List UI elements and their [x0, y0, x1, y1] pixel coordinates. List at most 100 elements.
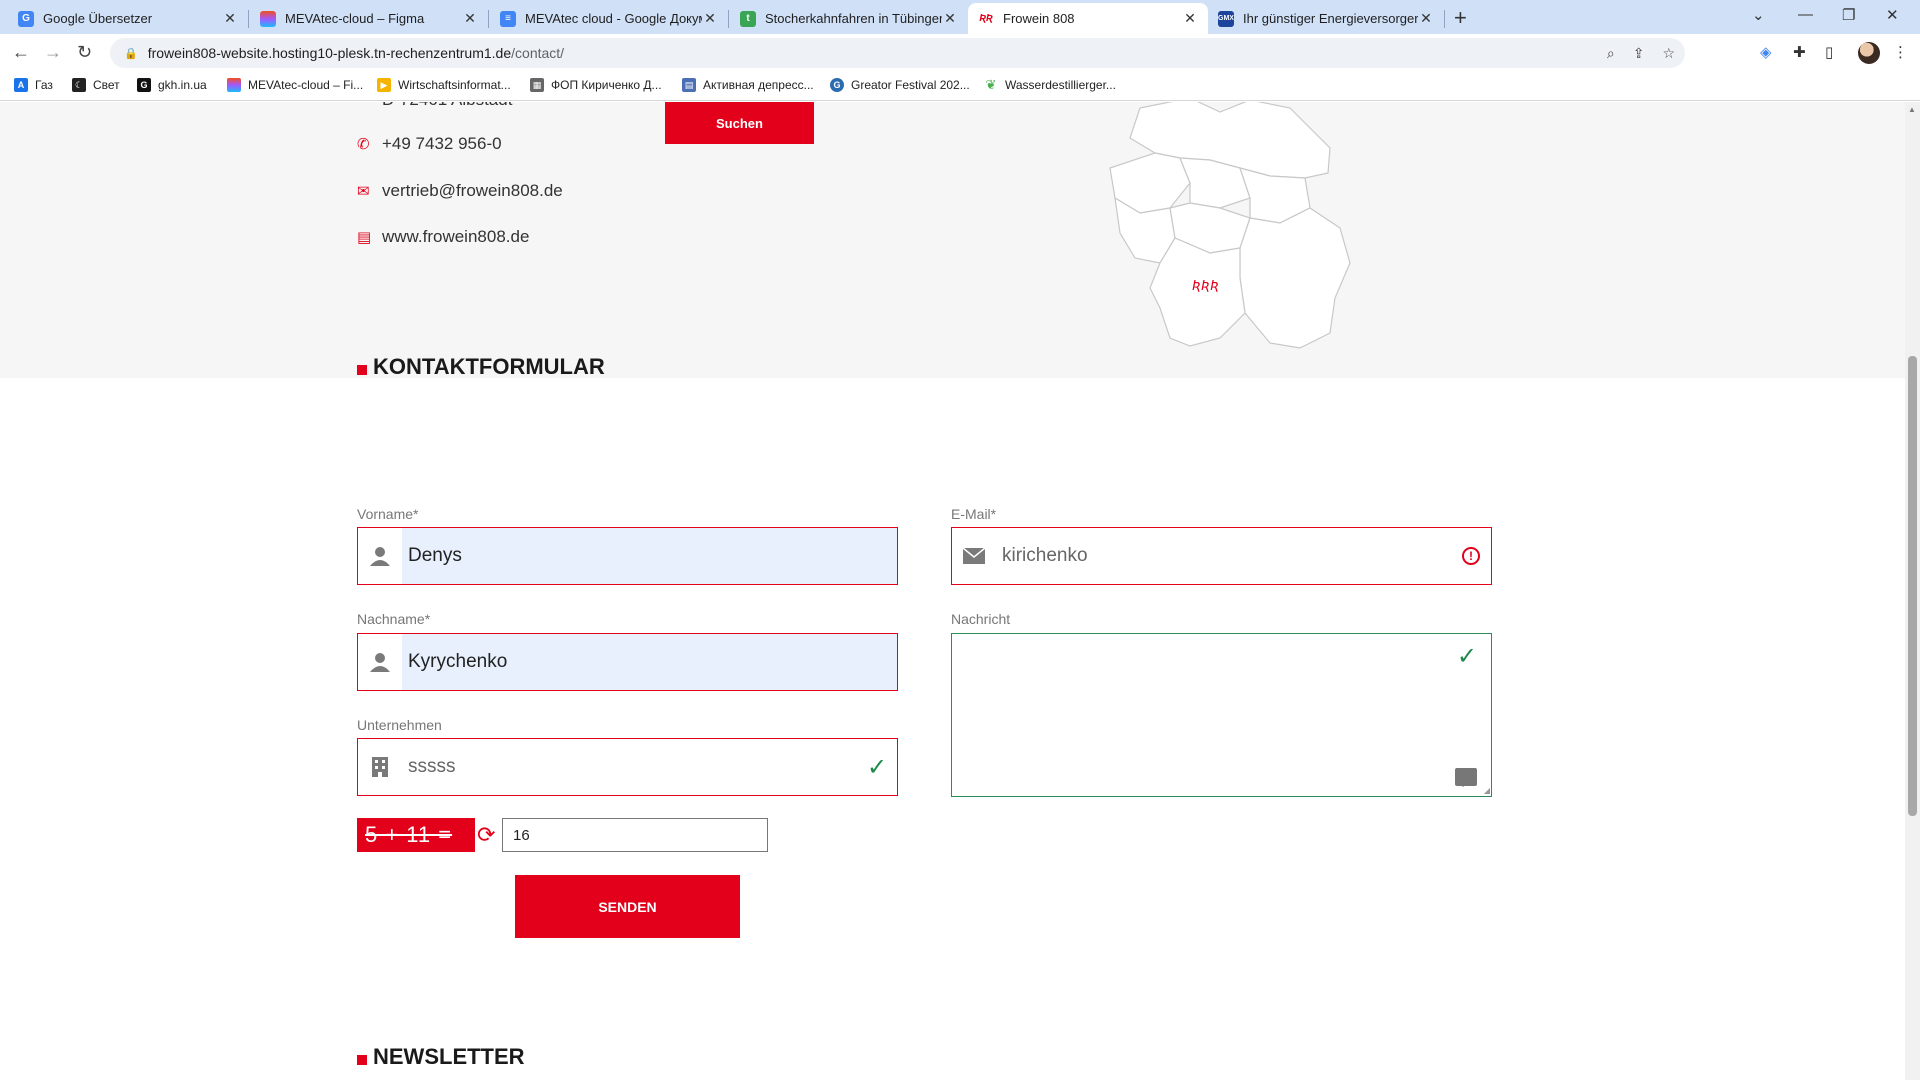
- captcha-input[interactable]: 16: [502, 818, 768, 852]
- email-field[interactable]: kirichenko !: [951, 527, 1492, 585]
- address-text: D-72461 Albstadt: [382, 102, 512, 110]
- envelope-icon: ✉: [357, 183, 370, 200]
- url-host: frowein808-website.hosting10-plesk.tn-re…: [147, 45, 512, 61]
- phone-text[interactable]: +49 7432 956-0: [382, 134, 502, 154]
- greator-icon: G: [830, 78, 844, 92]
- close-tab-icon[interactable]: ✕: [222, 10, 238, 27]
- restore-icon[interactable]: ❐: [1842, 6, 1855, 24]
- red-square-icon: [357, 365, 367, 375]
- close-tab-icon[interactable]: ✕: [1418, 10, 1434, 27]
- frowein-logo-icon: ƦƦ: [979, 13, 993, 24]
- frowein-map-logo: ƦƦƦ: [1192, 279, 1219, 294]
- checkmark-icon: ✓: [866, 753, 888, 781]
- search-button[interactable]: Suchen: [665, 102, 814, 144]
- envelope-icon: [952, 528, 996, 584]
- page-scrollbar[interactable]: ▲: [1905, 102, 1920, 1080]
- captcha-image: 5 + 11 =: [357, 818, 475, 852]
- phone-line: ✆ +49 7432 956-0: [357, 134, 502, 154]
- website-link[interactable]: www.frowein808.de: [382, 227, 529, 247]
- senden-button[interactable]: SENDEN: [515, 875, 740, 938]
- unternehmen-field[interactable]: sssss ✓: [357, 738, 898, 796]
- bookmark-depression[interactable]: ▤ Активная депресс...: [682, 78, 814, 92]
- newsletter-title: NEWSLETTER: [357, 1044, 525, 1070]
- tab-gmx[interactable]: GMX Ihr günstiger Energieversorger fü ✕: [1208, 3, 1444, 34]
- gmx-icon: GMX: [1218, 10, 1234, 27]
- bookmark-wasserdestillierer[interactable]: ❦ Wasserdestillierger...: [984, 77, 1116, 92]
- nachname-field[interactable]: Kyrychenko: [357, 633, 898, 691]
- tab-title: Google Übersetzer: [43, 11, 153, 26]
- unternehmen-label: Unternehmen: [357, 717, 442, 733]
- new-tab-icon[interactable]: +: [1454, 5, 1467, 31]
- bookmark-svet[interactable]: ☾ Свет: [72, 78, 120, 92]
- bookmark-mevatec-figma[interactable]: MEVAtec-cloud – Fi...: [227, 78, 363, 92]
- reload-icon[interactable]: ↻: [77, 42, 92, 63]
- building-icon: ▦: [530, 78, 544, 92]
- bookmark-gkh[interactable]: Ggkh.in.ua: [137, 78, 207, 92]
- figma-icon: [260, 10, 276, 27]
- bookmark-star-icon[interactable]: ☆: [1662, 45, 1675, 62]
- refresh-captcha-icon[interactable]: ⟳: [477, 822, 495, 848]
- minimize-icon[interactable]: —: [1798, 6, 1813, 23]
- bookmark-fop[interactable]: ▦ ФОП Кириченко Д...: [530, 78, 662, 92]
- vorname-label: Vorname*: [357, 506, 419, 522]
- tab-google-docs[interactable]: ≡ MEVAtec cloud - Google Докуме ✕: [490, 3, 728, 34]
- nachname-label: Nachname*: [357, 611, 431, 627]
- unternehmen-input[interactable]: sssss: [402, 739, 857, 795]
- nachricht-label: Nachricht: [951, 611, 1011, 627]
- browser-window-icon: ▤: [357, 229, 372, 246]
- share-icon[interactable]: ⇪: [1633, 45, 1645, 62]
- tab-title: MEVAtec-cloud – Figma: [285, 11, 425, 26]
- bookmark-wirtschaftsinformatik[interactable]: ▶ Wirtschaftsinformat...: [377, 78, 511, 92]
- profile-avatar[interactable]: [1858, 42, 1880, 64]
- error-icon: !: [1451, 547, 1491, 565]
- close-tab-icon[interactable]: ✕: [462, 10, 478, 27]
- back-icon[interactable]: ←: [12, 42, 30, 63]
- close-window-icon[interactable]: ✕: [1886, 6, 1899, 24]
- germany-map: ƦƦƦ: [1109, 102, 1351, 349]
- email-link[interactable]: vertrieb@frowein808.de: [382, 181, 563, 201]
- tab-frowein-active[interactable]: ƦƦ Frowein 808 ✕: [968, 3, 1208, 34]
- kontaktformular-title: KONTAKTFORMULAR: [357, 354, 605, 380]
- extensions-puzzle-icon[interactable]: ✚: [1793, 43, 1806, 61]
- vorname-field[interactable]: Denys: [357, 527, 898, 585]
- bookmarks-bar: A Газ ☾ Свет Ggkh.in.ua MEVAtec-cloud – Fi…: [0, 72, 1920, 101]
- building-icon: [358, 739, 402, 795]
- scroll-up-icon[interactable]: ▲: [1908, 105, 1916, 114]
- tab-figma[interactable]: MEVAtec-cloud – Figma ✕: [250, 3, 488, 34]
- translate-extension-icon[interactable]: ◈: [1760, 43, 1772, 61]
- tab-stocherkahn[interactable]: t Stocherkahnfahren in Tübingen - ✕: [730, 3, 968, 34]
- scroll-thumb[interactable]: [1908, 356, 1917, 816]
- url-path: /contact/: [511, 45, 565, 61]
- gkh-icon: G: [137, 78, 151, 92]
- side-panel-icon[interactable]: ▯: [1825, 43, 1833, 61]
- address-bar[interactable]: 🔒 frowein808-website.hosting10-plesk.tn-…: [110, 38, 1685, 68]
- contact-info-section: D-72461 Albstadt ✆ +49 7432 956-0 ✉ vert…: [0, 102, 1905, 378]
- red-square-icon: [357, 1055, 367, 1065]
- resize-handle-icon[interactable]: ◢: [1484, 786, 1490, 795]
- tab-search-chevron-icon[interactable]: ⌄: [1752, 6, 1765, 24]
- zoom-icon[interactable]: ⌕: [1607, 45, 1615, 62]
- lock-icon: 🔒: [124, 47, 138, 60]
- nachname-input[interactable]: Kyrychenko: [402, 634, 897, 690]
- nachricht-textarea[interactable]: ✓ ◢: [951, 633, 1492, 797]
- leaf-icon: ❦: [985, 77, 997, 92]
- website-line: ▤ www.frowein808.de: [357, 227, 529, 247]
- close-tab-icon[interactable]: ✕: [942, 10, 958, 27]
- email-label: E-Mail*: [951, 506, 997, 522]
- vorname-input[interactable]: Denys: [402, 528, 897, 584]
- email-line: ✉ vertrieb@frowein808.de: [357, 181, 563, 201]
- google-translate-icon: G: [18, 10, 34, 27]
- bookmark-gas[interactable]: A Газ: [14, 78, 53, 92]
- tag-icon: ▶: [377, 78, 391, 92]
- page-viewport: D-72461 Albstadt ✆ +49 7432 956-0 ✉ vert…: [0, 102, 1905, 1080]
- close-tab-icon[interactable]: ✕: [1182, 10, 1198, 27]
- close-tab-icon[interactable]: ✕: [702, 10, 718, 27]
- figma-icon: [227, 78, 241, 92]
- tab-google-translate[interactable]: G Google Übersetzer ✕: [8, 3, 248, 34]
- menu-kebab-icon[interactable]: ⋮: [1893, 43, 1908, 61]
- email-input[interactable]: kirichenko: [996, 528, 1451, 584]
- gas-icon: A: [14, 78, 28, 92]
- bookmark-greator[interactable]: G Greator Festival 202...: [830, 78, 970, 92]
- phone-icon: ✆: [357, 136, 370, 153]
- forward-icon[interactable]: →: [44, 42, 62, 63]
